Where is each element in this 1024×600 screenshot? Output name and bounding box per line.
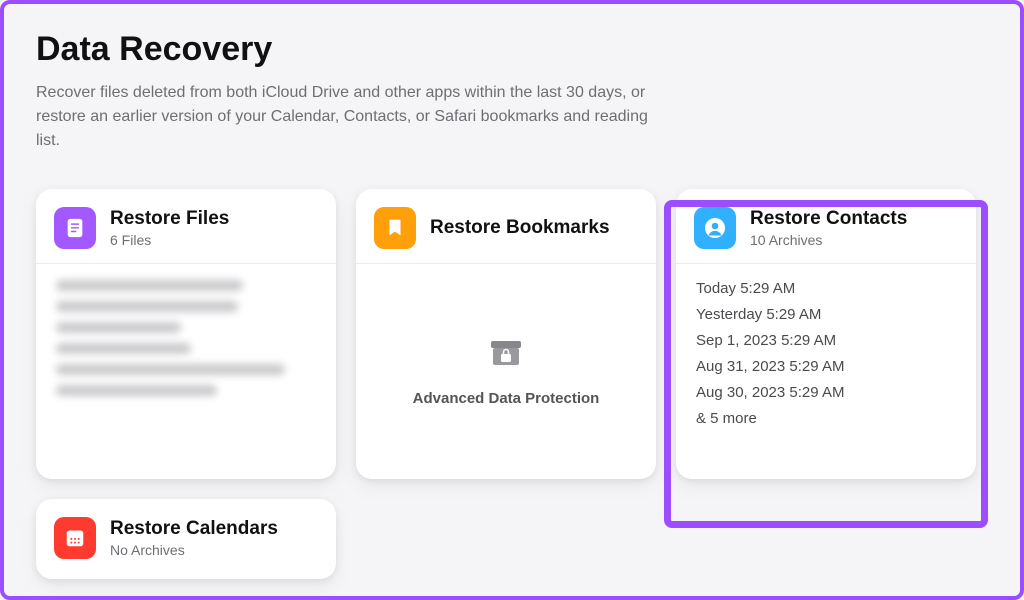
restore-contacts-title: Restore Contacts <box>750 208 907 231</box>
archive-entry[interactable]: Aug 31, 2023 5:29 AM <box>696 358 956 375</box>
bookmark-icon <box>374 207 416 249</box>
restore-files-subtitle: 6 Files <box>110 232 229 248</box>
restore-calendars-title: Restore Calendars <box>110 518 278 541</box>
restore-files-card[interactable]: Restore Files 6 Files <box>36 189 336 479</box>
calendar-icon <box>54 517 96 559</box>
contacts-archive-list: Today 5:29 AM Yesterday 5:29 AM Sep 1, 2… <box>696 280 956 427</box>
advanced-data-protection-notice: Advanced Data Protection <box>356 264 656 479</box>
restore-bookmarks-title: Restore Bookmarks <box>430 217 610 240</box>
archive-entry[interactable]: Aug 30, 2023 5:29 AM <box>696 384 956 401</box>
restore-bookmarks-card[interactable]: Restore Bookmarks Advanced Data Protecti… <box>356 189 656 479</box>
restore-contacts-header: Restore Contacts 10 Archives <box>676 189 976 264</box>
archive-entry[interactable]: Sep 1, 2023 5:29 AM <box>696 332 956 349</box>
restore-contacts-body: Today 5:29 AM Yesterday 5:29 AM Sep 1, 2… <box>676 264 976 479</box>
contacts-icon <box>694 207 736 249</box>
page-description: Recover files deleted from both iCloud D… <box>36 81 676 153</box>
restore-files-body <box>36 264 336 479</box>
archive-entry[interactable]: Today 5:29 AM <box>696 280 956 297</box>
advanced-data-protection-label: Advanced Data Protection <box>413 390 600 407</box>
restore-files-title: Restore Files <box>110 208 229 231</box>
restore-contacts-subtitle: 10 Archives <box>750 232 907 248</box>
restore-bookmarks-header: Restore Bookmarks <box>356 189 656 264</box>
restore-files-header: Restore Files 6 Files <box>36 189 336 264</box>
files-icon <box>54 207 96 249</box>
restore-calendars-card[interactable]: Restore Calendars No Archives <box>36 499 336 579</box>
archive-entry[interactable]: Yesterday 5:29 AM <box>696 306 956 323</box>
cards-grid: Restore Files 6 Files <box>36 189 988 579</box>
page-container: Data Recovery Recover files deleted from… <box>0 0 1024 579</box>
archive-more[interactable]: & 5 more <box>696 410 956 427</box>
page-title: Data Recovery <box>36 30 988 69</box>
restore-files-redacted-list <box>56 280 316 396</box>
lock-archive-icon <box>489 337 523 372</box>
restore-calendars-header: Restore Calendars No Archives <box>36 499 336 577</box>
restore-contacts-card[interactable]: Restore Contacts 10 Archives Today 5:29 … <box>676 189 976 479</box>
restore-calendars-subtitle: No Archives <box>110 542 278 558</box>
